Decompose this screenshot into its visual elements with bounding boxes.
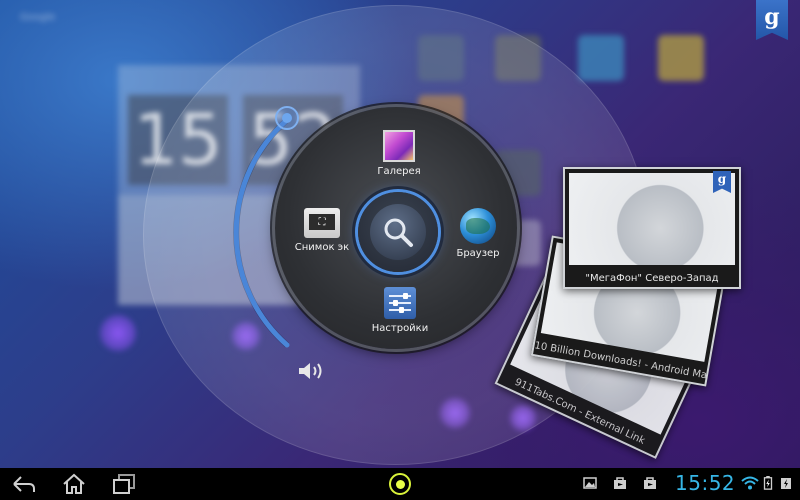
system-clock[interactable]: 15:52: [675, 471, 735, 495]
quick-item-browser[interactable]: Браузер: [445, 208, 511, 259]
market-notification-icon[interactable]: [643, 476, 657, 490]
back-icon: [13, 476, 35, 492]
launcher-button[interactable]: [389, 473, 411, 495]
recent-apps-icon: [113, 474, 135, 494]
tab-title: "МегаФон" Северо-Запад: [585, 273, 719, 284]
signal-icon: [781, 478, 791, 489]
settings-icon: [384, 287, 416, 319]
quick-item-label: Настройки: [371, 323, 429, 334]
quick-item-label: Галерея: [377, 166, 421, 177]
recent-tab-card-active[interactable]: g "МегаФон" Северо-Запад: [563, 167, 741, 289]
system-bar: 15:52: [0, 468, 800, 500]
quick-item-label: Снимок эк: [294, 242, 350, 253]
market-notification-icon[interactable]: [613, 476, 627, 490]
gallery-icon: [383, 130, 415, 162]
battery-charging-icon: [763, 476, 773, 490]
search-icon: [384, 218, 413, 247]
quick-item-settings[interactable]: Настройки: [367, 287, 433, 334]
wallpaper-search-text: Google: [20, 12, 56, 23]
home-button[interactable]: [56, 472, 92, 496]
home-icon: [63, 473, 85, 494]
volume-slider-handle[interactable]: [275, 106, 299, 130]
volume-icon: [299, 363, 322, 379]
image-notification-icon[interactable]: [583, 476, 597, 490]
screenshot-icon: ⛶: [304, 208, 340, 238]
recent-apps-button[interactable]: [106, 472, 142, 496]
app-icon: [658, 35, 704, 81]
search-button[interactable]: [358, 192, 438, 272]
quick-item-screenshot[interactable]: ⛶ Снимок эк: [290, 208, 354, 253]
app-icon: [578, 35, 624, 81]
quick-item-gallery[interactable]: Галерея: [367, 130, 431, 177]
globe-icon: [460, 208, 496, 244]
back-button[interactable]: [6, 472, 42, 496]
wifi-icon: [741, 476, 759, 490]
quick-item-label: Браузер: [456, 248, 500, 259]
tab-thumbnail: [569, 173, 735, 265]
